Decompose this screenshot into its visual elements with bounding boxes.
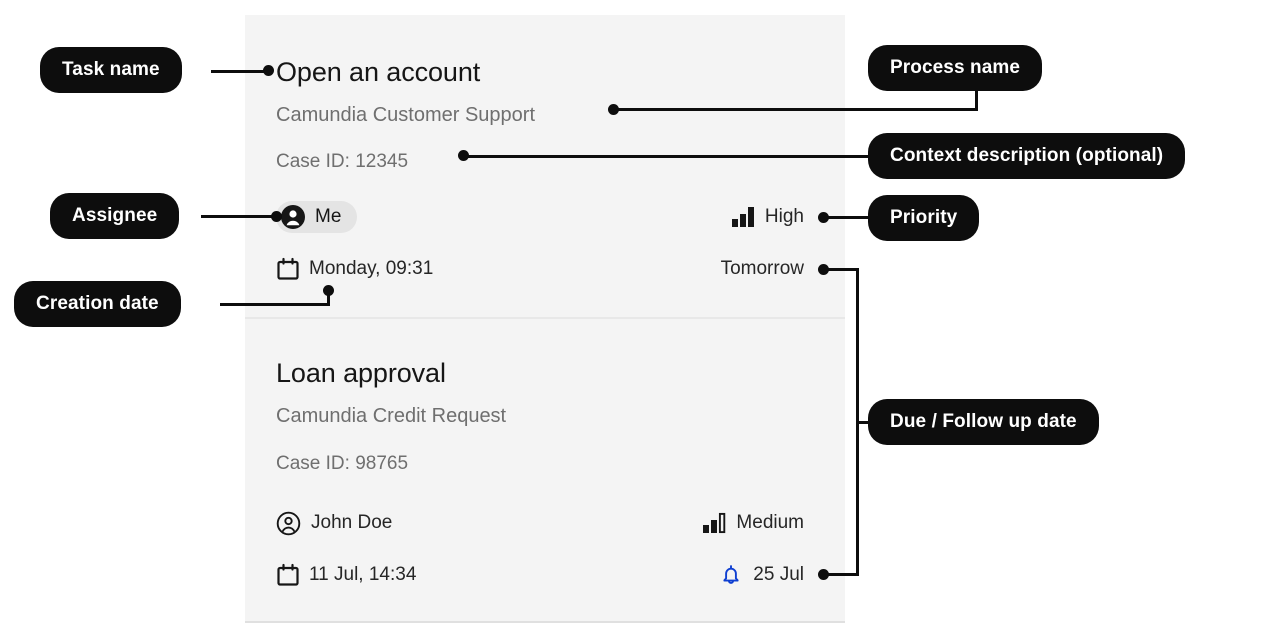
process-name: Camundia Customer Support	[276, 104, 536, 126]
task-name: Loan approval	[276, 358, 446, 388]
connector-process-name-h	[617, 108, 978, 111]
connector-context-description	[464, 155, 872, 158]
due-date: 25 Jul	[718, 558, 804, 592]
connector-dot-due-bottom	[818, 569, 829, 580]
creation-date-value: Monday, 09:31	[309, 258, 434, 279]
connector-task-name	[211, 70, 271, 73]
connector-dot-creation-date	[323, 285, 334, 296]
assignee-name: John Doe	[311, 512, 393, 533]
connector-dot-context-description	[458, 150, 469, 161]
annotation-process-name: Process name	[868, 45, 1043, 91]
priority[interactable]: Medium	[702, 506, 804, 540]
connector-dot-assignee	[271, 211, 282, 222]
task-list-panel: Open an account Camundia Customer Suppor…	[245, 15, 845, 623]
priority-bars-medium-icon	[702, 512, 727, 534]
connector-dot-due-top	[818, 264, 829, 275]
due-date: Tomorrow	[721, 252, 804, 286]
calendar-icon	[276, 563, 300, 587]
task-card[interactable]: Loan approval Camundia Credit Request Ca…	[245, 317, 845, 623]
connector-dot-priority	[818, 212, 829, 223]
assignee[interactable]: John Doe	[276, 506, 392, 540]
connector-due-bottom	[826, 573, 859, 576]
task-card[interactable]: Open an account Camundia Customer Suppor…	[245, 15, 845, 315]
annotated-task-list-diagram: Open an account Camundia Customer Suppor…	[0, 0, 1280, 640]
annotation-due-follow-up: Due / Follow up date	[868, 399, 1099, 445]
annotation-context-description: Context description (optional)	[868, 133, 1186, 179]
task-name: Open an account	[276, 57, 481, 87]
connector-dot-process-name	[608, 104, 619, 115]
assignee-name: Me	[315, 206, 342, 227]
assignee-chip[interactable]: Me	[276, 201, 358, 233]
assignee[interactable]: Me	[276, 200, 358, 234]
user-filled-icon	[280, 204, 306, 230]
connector-priority	[825, 216, 873, 219]
annotation-creation-date: Creation date	[14, 281, 181, 327]
context-description: Case ID: 12345	[276, 151, 409, 172]
connector-dot-task-name	[263, 65, 274, 76]
annotation-task-name: Task name	[40, 47, 182, 93]
connector-assignee	[201, 215, 277, 218]
priority-label: High	[764, 206, 804, 227]
connector-due-top	[826, 268, 859, 271]
connector-creation-date-h	[220, 303, 330, 306]
process-name: Camundia Credit Request	[276, 405, 507, 427]
priority[interactable]: High	[731, 200, 804, 234]
due-date-value: 25 Jul	[753, 564, 804, 585]
due-date-value: Tomorrow	[720, 258, 804, 279]
calendar-icon	[276, 257, 300, 281]
context-description: Case ID: 98765	[276, 453, 409, 474]
connector-process-name-v	[975, 88, 978, 111]
creation-date: Monday, 09:31	[276, 252, 433, 286]
priority-bars-high-icon	[731, 206, 756, 228]
priority-label: Medium	[736, 512, 804, 533]
annotation-priority: Priority	[868, 195, 980, 241]
creation-date-value: 11 Jul, 14:34	[309, 564, 417, 585]
annotation-assignee: Assignee	[50, 193, 180, 239]
bell-icon	[718, 562, 744, 588]
user-outline-icon	[276, 511, 301, 536]
creation-date: 11 Jul, 14:34	[276, 558, 416, 592]
